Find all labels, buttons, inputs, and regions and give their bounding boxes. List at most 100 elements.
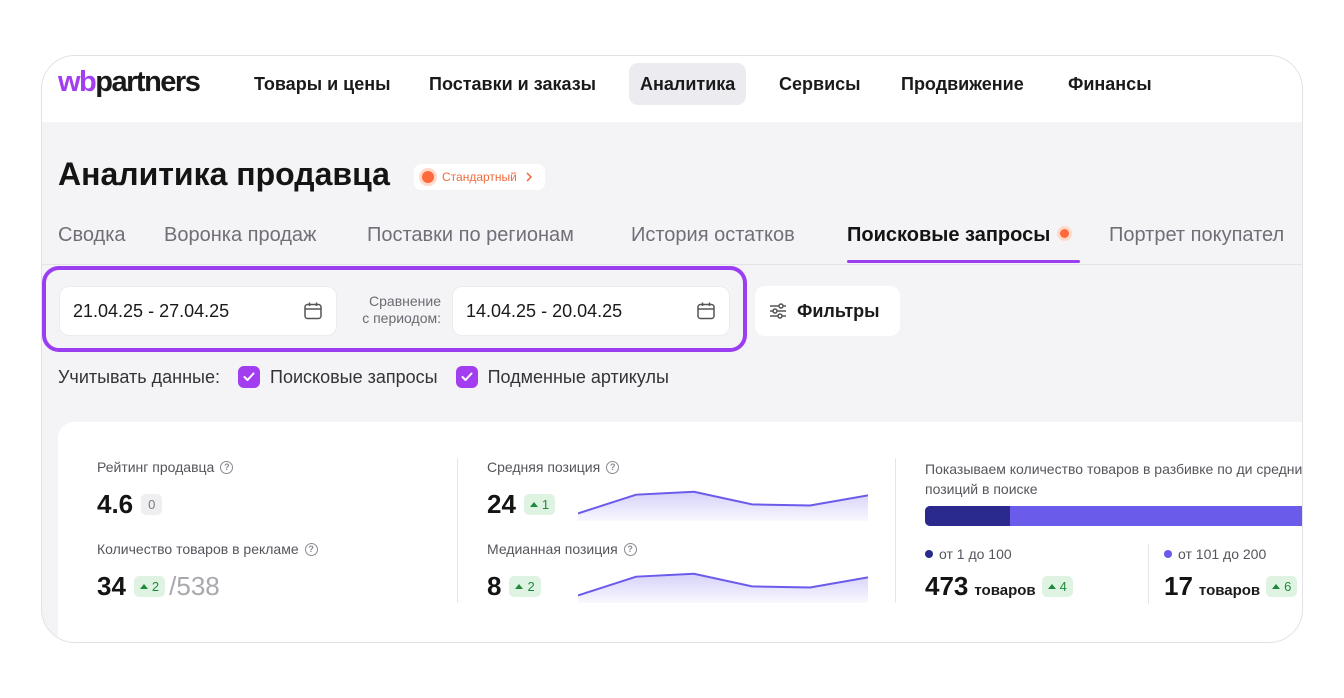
- range-101-200-delta-badge: 6: [1266, 576, 1298, 597]
- search-queries-checkbox-label[interactable]: Поисковые запросы: [270, 367, 438, 388]
- chevron-right-icon: [526, 172, 532, 182]
- tab-search-queries-label: Поисковые запросы: [847, 224, 1051, 246]
- nav-item-promotion[interactable]: Продвижение: [890, 63, 1035, 105]
- compare-label-line1: Сравнение: [369, 293, 441, 309]
- range-1-100-delta-badge: 4: [1041, 576, 1073, 597]
- wbpartners-logo[interactable]: wbpartners: [58, 66, 201, 99]
- search-queries-checkbox[interactable]: [238, 366, 260, 388]
- nav-item-products[interactable]: Товары и цены: [243, 63, 401, 105]
- nav-item-services[interactable]: Сервисы: [768, 63, 872, 105]
- median-position-label-text: Медианная позиция: [487, 541, 618, 557]
- filters-button[interactable]: Фильтры: [755, 286, 900, 336]
- median-position-label: Медианная позиция ?: [487, 541, 637, 557]
- avg-position-delta-value: 1: [541, 497, 550, 512]
- position-distribution-bar: [925, 506, 1302, 526]
- avg-position-label-text: Средняя позиция: [487, 459, 601, 475]
- range-101-200-label: от 101 до 200: [1178, 546, 1267, 562]
- median-position-delta-value: 2: [527, 579, 535, 594]
- tab-sales-funnel[interactable]: Воронка продаж: [164, 224, 316, 247]
- legend-dot-icon: [1164, 550, 1172, 558]
- distribution-description: Показываем количество товаров в разбивке…: [925, 461, 1303, 497]
- status-dot-icon: [422, 171, 434, 183]
- substitute-articles-checkbox-label[interactable]: Подменные артикулы: [488, 367, 669, 388]
- avg-position-number: 24: [487, 489, 516, 519]
- tab-summary[interactable]: Сводка: [58, 224, 126, 247]
- calendar-icon: [304, 302, 322, 320]
- ad-products-label: Количество товаров в рекламе ?: [97, 541, 318, 557]
- range-1-100-delta-value: 4: [1059, 579, 1067, 594]
- avg-position-delta-badge: 1: [523, 494, 556, 515]
- avg-position-sparkline: [578, 490, 868, 521]
- seller-rating-label-text: Рейтинг продавца: [97, 459, 215, 475]
- range-1-100-count: 473 товаров 4: [925, 571, 1073, 602]
- logo-part-partners: partners: [95, 66, 201, 98]
- arrow-up-icon: [139, 584, 148, 589]
- column-divider: [457, 458, 458, 603]
- range-1-100-unit: товаров: [974, 582, 1036, 599]
- arrow-up-icon: [1047, 584, 1056, 589]
- range-1-100-legend: от 1 до 100: [925, 546, 1012, 562]
- median-position-number: 8: [487, 571, 502, 601]
- tab-regional-supplies[interactable]: Поставки по регионам: [367, 224, 574, 247]
- analytics-tabs: Сводка Воронка продаж Поставки по регион…: [42, 224, 1302, 264]
- ad-products-label-text: Количество товаров в рекламе: [97, 541, 299, 557]
- help-icon[interactable]: ?: [220, 460, 234, 474]
- arrow-up-icon: [515, 584, 524, 589]
- compare-period-label: Сравнение с периодом:: [351, 293, 441, 327]
- help-icon[interactable]: ?: [304, 542, 318, 556]
- ad-products-number: 34: [97, 571, 126, 601]
- top-navigation: wbpartners Товары и цены Поставки и зака…: [42, 56, 1302, 122]
- median-position-sparkline-area: [578, 573, 868, 603]
- tier-badge-label: Стандартный: [442, 170, 517, 184]
- ad-products-delta-badge: 2: [133, 576, 166, 597]
- avg-position-label: Средняя позиция ?: [487, 459, 620, 475]
- range-101-200-count: 17 товаров 6: [1164, 571, 1298, 602]
- period-date-picker[interactable]: 21.04.25 - 27.04.25: [59, 286, 337, 336]
- app-window: wbpartners Товары и цены Поставки и зака…: [41, 55, 1303, 643]
- tier-badge[interactable]: Стандартный: [414, 164, 545, 190]
- checkmark-icon: [243, 372, 255, 381]
- arrow-up-icon: [529, 502, 538, 507]
- help-icon[interactable]: ?: [606, 460, 620, 474]
- median-position-value: 8 2: [487, 571, 541, 602]
- compare-period-value: 14.04.25 - 20.04.25: [466, 300, 623, 321]
- active-tab-underline: [847, 260, 1080, 263]
- median-position-delta-badge: 2: [509, 576, 541, 597]
- avg-position-value: 24 1: [487, 489, 556, 520]
- distribution-segment-1-100: [925, 506, 1010, 526]
- new-indicator-icon: [1060, 229, 1070, 238]
- seller-rating-delta-badge: 0: [141, 494, 163, 515]
- checkmark-icon: [461, 372, 473, 381]
- tab-stock-history[interactable]: История остатков: [631, 224, 795, 247]
- tab-buyer-portrait[interactable]: Портрет покупател: [1109, 224, 1284, 247]
- column-divider: [1148, 544, 1149, 604]
- help-icon[interactable]: ?: [623, 542, 637, 556]
- nav-item-finance[interactable]: Финансы: [1057, 63, 1163, 105]
- tab-search-queries[interactable]: Поисковые запросы: [847, 224, 1070, 247]
- ad-products-total: /538: [169, 571, 220, 601]
- ad-products-value: 34 2 /538: [97, 571, 220, 602]
- seller-rating-number: 4.6: [97, 489, 134, 519]
- seller-rating-value: 4.6 0: [97, 489, 163, 520]
- period-value: 21.04.25 - 27.04.25: [73, 300, 230, 321]
- metrics-card: Рейтинг продавца ? 4.6 0 Количество това…: [58, 422, 1303, 642]
- range-1-100-number: 473: [925, 571, 969, 601]
- range-1-100-label: от 1 до 100: [939, 546, 1012, 562]
- range-101-200-unit: товаров: [1198, 582, 1261, 599]
- ad-products-delta-value: 2: [151, 579, 160, 594]
- legend-dot-icon: [925, 550, 933, 558]
- compare-date-picker[interactable]: 14.04.25 - 20.04.25: [452, 286, 730, 336]
- range-101-200-legend: от 101 до 200: [1164, 546, 1266, 562]
- avg-position-sparkline-area: [578, 491, 868, 521]
- consider-data-label: Учитывать данные:: [58, 366, 220, 387]
- nav-item-supplies[interactable]: Поставки и заказы: [418, 63, 607, 105]
- column-divider: [895, 458, 896, 603]
- logo-part-wb: wb: [58, 66, 97, 98]
- filters-button-label: Фильтры: [797, 300, 880, 321]
- median-position-sparkline: [578, 572, 868, 603]
- seller-rating-label: Рейтинг продавца ?: [97, 459, 234, 475]
- substitute-articles-checkbox[interactable]: [455, 366, 478, 388]
- arrow-up-icon: [1272, 584, 1281, 589]
- nav-item-analytics[interactable]: Аналитика: [629, 63, 747, 105]
- page-title: Аналитика продавца: [58, 156, 390, 192]
